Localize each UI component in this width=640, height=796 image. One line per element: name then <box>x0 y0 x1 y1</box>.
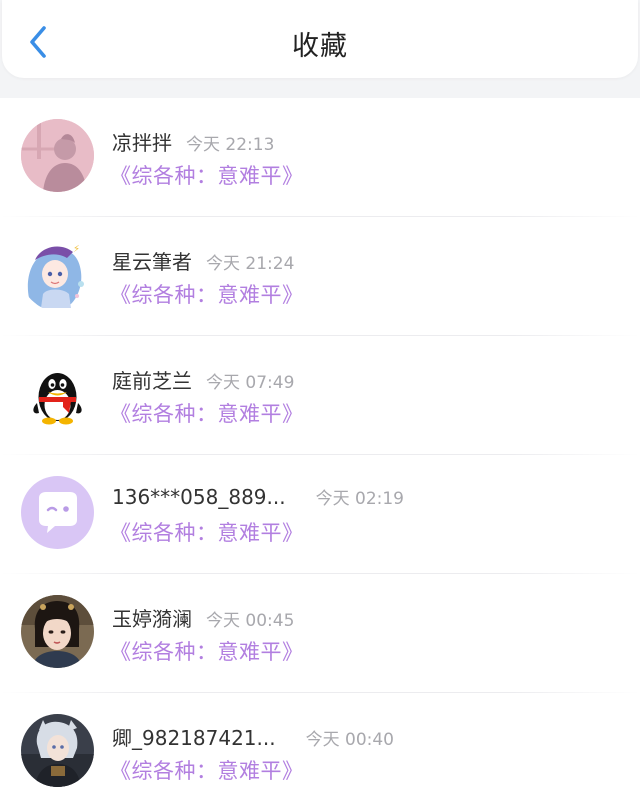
penguin-avatar-icon <box>21 357 94 430</box>
timestamp: 今天 00:40 <box>305 730 394 750</box>
chat-bubble-avatar-icon <box>21 476 94 549</box>
book-title-link[interactable]: 《综各种：意难平》 <box>110 517 304 547</box>
book-title-link[interactable]: 《综各种：意难平》 <box>110 755 304 785</box>
timestamp: 今天 22:13 <box>186 135 275 155</box>
name-line: 凉拌拌 今天 22:13 <box>112 127 274 156</box>
list-item[interactable]: 庭前芝兰 今天 07:49 《综各种：意难平》 <box>0 336 640 455</box>
header-bar: 收藏 <box>2 0 638 78</box>
name-line: 庭前芝兰 今天 07:49 <box>112 365 294 394</box>
actress-photo-avatar-icon <box>21 595 94 668</box>
user-name[interactable]: 玉婷漪澜 <box>112 607 192 631</box>
timestamp: 今天 07:49 <box>206 373 295 393</box>
list-item[interactable]: 卿_982187421... 今天 00:40 《综各种：意难平》 <box>0 693 640 796</box>
name-line: 136***058_889... 今天 02:19 <box>112 484 404 509</box>
svg-text:⚡: ⚡ <box>73 244 80 255</box>
user-name[interactable]: 星云筆者 <box>112 250 192 274</box>
timestamp: 今天 21:24 <box>206 254 295 274</box>
favorites-list: 凉拌拌 今天 22:13 《综各种：意难平》 ⚡ 星云筆者 今天 21:24 《… <box>0 98 640 796</box>
avatar[interactable] <box>21 119 94 192</box>
name-line: 卿_982187421... 今天 00:40 <box>112 722 394 751</box>
timestamp: 今天 02:19 <box>315 489 404 509</box>
avatar[interactable] <box>21 357 94 430</box>
list-item[interactable]: 136***058_889... 今天 02:19 《综各种：意难平》 <box>0 455 640 574</box>
avatar[interactable]: ⚡ <box>21 238 94 311</box>
anime-character-avatar-icon <box>21 714 94 787</box>
user-name[interactable]: 凉拌拌 <box>112 131 172 155</box>
user-name[interactable]: 136***058_889... <box>112 485 286 509</box>
list-item[interactable]: 凉拌拌 今天 22:13 《综各种：意难平》 <box>0 98 640 217</box>
avatar[interactable] <box>21 595 94 668</box>
book-title-link[interactable]: 《综各种：意难平》 <box>110 398 304 428</box>
favorites-screen: 收藏 凉拌拌 今天 22:13 《综各种：意难平》 ⚡ 星云筆者 今天 21:2… <box>0 0 640 796</box>
user-name[interactable]: 庭前芝兰 <box>112 369 192 393</box>
name-line: 玉婷漪澜 今天 00:45 <box>112 603 294 632</box>
timestamp: 今天 00:45 <box>206 611 295 631</box>
name-line: 星云筆者 今天 21:24 <box>112 246 294 275</box>
avatar[interactable] <box>21 714 94 787</box>
avatar[interactable] <box>21 476 94 549</box>
list-item[interactable]: 玉婷漪澜 今天 00:45 《综各种：意难平》 <box>0 574 640 693</box>
book-title-link[interactable]: 《综各种：意难平》 <box>110 636 304 666</box>
page-title: 收藏 <box>292 31 348 62</box>
book-title-link[interactable]: 《综各种：意难平》 <box>110 279 304 309</box>
anime-girl-avatar-icon: ⚡ <box>21 238 94 311</box>
book-title-link[interactable]: 《综各种：意难平》 <box>110 160 304 190</box>
pink-silhouette-avatar-icon <box>21 119 94 192</box>
user-name[interactable]: 卿_982187421... <box>112 726 276 750</box>
list-item[interactable]: ⚡ 星云筆者 今天 21:24 《综各种：意难平》 <box>0 217 640 336</box>
